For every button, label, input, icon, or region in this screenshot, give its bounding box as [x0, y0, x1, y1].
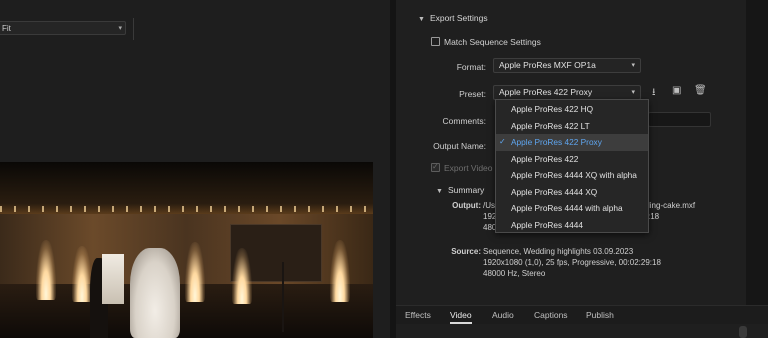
preview-toolbar: Fit ▾: [0, 18, 390, 40]
video-preview-frame: [0, 162, 373, 338]
tab-captions[interactable]: Captions: [534, 310, 568, 320]
summary-source-line: Sequence, Wedding highlights 03.09.2023: [483, 247, 634, 256]
preset-menu-item[interactable]: Apple ProRes 422 LT: [496, 118, 648, 135]
frame-string-lights: [0, 206, 373, 212]
export-settings-title: Export Settings: [429, 13, 488, 23]
preset-menu-item-selected[interactable]: ✓ Apple ProRes 422 Proxy: [496, 134, 648, 151]
toolbar-divider: [133, 18, 134, 40]
chevron-down-icon: ▾: [631, 62, 635, 69]
frame-cake: [102, 254, 124, 304]
summary-header[interactable]: ▼ Summary: [436, 185, 484, 195]
summary-source-line: 1920x1080 (1,0), 25 fps, Progressive, 00…: [483, 258, 661, 267]
export-settings-header[interactable]: ▼ Export Settings: [418, 13, 488, 23]
tab-content-scrollbar[interactable]: [739, 326, 747, 338]
source-preview-pane: Fit ▾: [0, 0, 390, 338]
summary-source-label: Source:: [451, 247, 481, 256]
format-dropdown[interactable]: Apple ProRes MXF OP1a ▾: [493, 58, 641, 73]
settings-scrollbar[interactable]: [746, 0, 768, 305]
preset-menu-item-label: Apple ProRes 422 Proxy: [511, 137, 602, 147]
preset-menu-item[interactable]: Apple ProRes 4444 XQ: [496, 184, 648, 201]
frame-tripod: [282, 262, 284, 332]
summary-title: Summary: [447, 185, 485, 195]
preset-label: Preset:: [459, 89, 486, 99]
preset-menu-item[interactable]: Apple ProRes 4444 XQ with alpha: [496, 167, 648, 184]
chevron-down-icon: ▾: [631, 89, 635, 96]
import-preset-icon[interactable]: ▣: [672, 85, 681, 96]
summary-output-line: ling-cake.mxf: [648, 201, 696, 210]
caret-down-icon: ▼: [418, 16, 425, 23]
summary-source-line: 48000 Hz, Stereo: [483, 269, 546, 278]
preset-menu-item-label: Apple ProRes 422 LT: [511, 120, 590, 131]
frame-cold-spark: [232, 248, 252, 304]
preset-dropdown[interactable]: Apple ProRes 422 Proxy ▾: [493, 85, 641, 100]
preset-menu-item-label: Apple ProRes 4444: [511, 219, 583, 230]
preset-menu: Apple ProRes 422 HQ Apple ProRes 422 LT …: [495, 99, 649, 233]
preset-menu-item-label: Apple ProRes 422: [511, 153, 579, 164]
summary-output-label: Output:: [452, 201, 481, 210]
preset-menu-item-label: Apple ProRes 4444 XQ with alpha: [511, 170, 637, 180]
preset-menu-item[interactable]: Apple ProRes 422 HQ: [496, 101, 648, 118]
trash-icon[interactable]: 🗑: [694, 85, 707, 96]
export-video-label: Export Video: [444, 163, 493, 173]
frame-cold-spark: [72, 246, 92, 302]
tab-audio[interactable]: Audio: [492, 310, 514, 320]
export-video-checkbox[interactable]: [431, 162, 440, 172]
summary-output-line: /Us: [483, 201, 495, 210]
format-value: Apple ProRes MXF OP1a: [499, 60, 596, 70]
match-sequence-label: Match Sequence Settings: [444, 37, 541, 47]
tab-content-area: [396, 324, 768, 338]
match-sequence-checkbox[interactable]: [431, 37, 440, 46]
preset-menu-item[interactable]: Apple ProRes 4444: [496, 217, 648, 234]
settings-tab-bar: Effects Video Audio Captions Publish: [396, 305, 768, 325]
preset-menu-item-label: Apple ProRes 4444 XQ: [511, 186, 598, 197]
fit-zoom-value: Fit: [2, 24, 11, 33]
preset-value: Apple ProRes 422 Proxy: [499, 87, 593, 97]
comments-label: Comments:: [442, 116, 486, 126]
preset-menu-item-label: Apple ProRes 4444 with alpha: [511, 203, 623, 213]
preset-menu-item[interactable]: Apple ProRes 422: [496, 151, 648, 168]
chevron-down-icon: ▾: [118, 25, 122, 32]
frame-cold-spark: [185, 242, 205, 302]
fit-zoom-select[interactable]: Fit ▾: [0, 21, 126, 35]
output-name-label: Output Name:: [433, 141, 486, 151]
caret-down-icon: ▼: [436, 188, 443, 195]
frame-cold-spark: [330, 240, 350, 302]
checkmark-icon: ✓: [499, 137, 506, 146]
summary-output-line: :18: [648, 212, 660, 221]
comments-field[interactable]: [648, 112, 711, 127]
tab-video[interactable]: Video: [450, 310, 472, 324]
tab-effects[interactable]: Effects: [405, 310, 431, 320]
save-preset-icon[interactable]: ⭳: [652, 85, 656, 102]
format-label: Format:: [456, 62, 486, 72]
tab-publish[interactable]: Publish: [586, 310, 614, 320]
preset-menu-item[interactable]: Apple ProRes 4444 with alpha: [496, 200, 648, 217]
preset-menu-item-label: Apple ProRes 422 HQ: [511, 104, 594, 114]
frame-bride: [130, 248, 180, 338]
frame-cold-spark: [36, 240, 56, 300]
